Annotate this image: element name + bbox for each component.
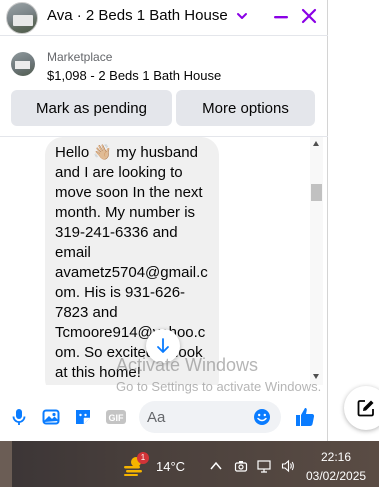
message-bubble: Hello 👋🏼 my husband and I are looking to… [45, 137, 219, 385]
conversation-title-button[interactable]: Ava · 2 Beds 1 Bath House [47, 7, 248, 24]
compose-icon [357, 400, 374, 417]
svg-text:GIF: GIF [109, 413, 125, 423]
chevron-down-icon [236, 12, 247, 19]
more-options-button[interactable]: More options [176, 90, 315, 126]
sticker-icon[interactable] [73, 407, 93, 427]
scrollbar[interactable] [310, 137, 323, 385]
camera-icon[interactable] [234, 459, 248, 473]
avatar[interactable] [6, 2, 38, 34]
clock-time[interactable]: 22:16 [321, 450, 351, 464]
new-message-button[interactable] [344, 386, 379, 430]
arrow-down-icon [157, 338, 169, 353]
weather-notification-badge: 1 [137, 452, 149, 464]
network-icon[interactable] [257, 459, 271, 473]
minimize-icon[interactable] [273, 9, 289, 25]
chevron-up-icon[interactable] [209, 459, 223, 473]
mark-as-pending-button[interactable]: Mark as pending [11, 90, 172, 126]
conversation-title: Ava · 2 Beds 1 Bath House [47, 7, 228, 24]
image-icon[interactable] [41, 407, 61, 427]
microphone-icon[interactable] [9, 407, 29, 427]
marketplace-listing[interactable]: Marketplace $1,098 - 2 Beds 1 Bath House [0, 41, 328, 87]
listing-detail: $1,098 - 2 Beds 1 Bath House [47, 68, 222, 83]
windows-taskbar: 1 14°C 22:16 03/02/2025 [0, 441, 379, 487]
gif-icon[interactable]: GIF [105, 407, 127, 427]
activate-windows-subtitle: Go to Settings to activate Windows. [116, 379, 322, 394]
activate-windows-watermark: Activate Windows [116, 355, 259, 375]
taskbar-app-edge[interactable] [0, 441, 12, 487]
chat-header: Ava · 2 Beds 1 Bath House [0, 0, 328, 36]
emoji-icon[interactable] [253, 408, 271, 426]
scrollbar-thumb[interactable] [311, 184, 322, 201]
clock-date[interactable]: 03/02/2025 [306, 469, 366, 483]
scroll-up-arrow-icon[interactable] [313, 141, 319, 146]
listing-source: Marketplace [47, 50, 113, 64]
volume-icon[interactable] [281, 459, 295, 473]
temperature[interactable]: 14°C [156, 459, 185, 474]
close-icon[interactable] [300, 7, 318, 25]
thumbs-up-icon[interactable] [293, 405, 317, 429]
listing-thumbnail [11, 52, 35, 76]
